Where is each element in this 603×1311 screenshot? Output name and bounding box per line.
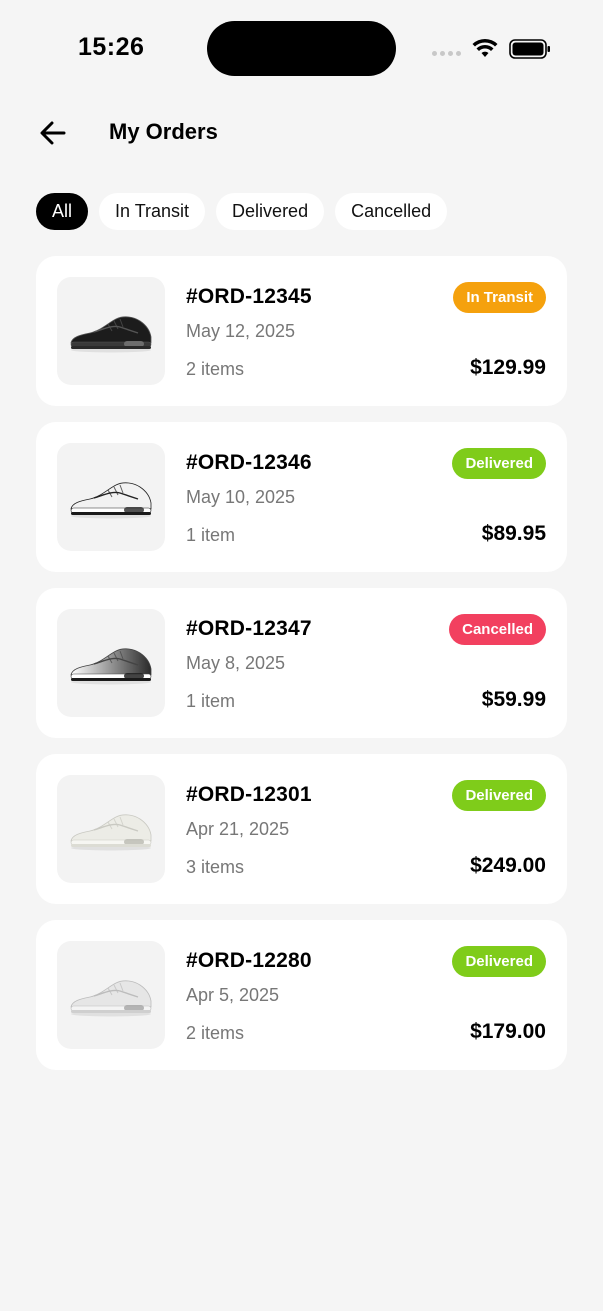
orders-screen: 15:26 My Orders All In Transit Delivered Ca… [0,0,603,1311]
product-thumbnail [57,443,165,551]
order-date: May 8, 2025 [186,653,286,673]
order-item-count: 3 items [186,857,245,877]
sneaker-image [70,316,152,353]
order-date: May 12, 2025 [186,321,296,341]
product-thumbnail [57,775,165,883]
page-title: My Orders [109,119,218,144]
filter-chips: All In Transit Delivered Cancelled [36,193,448,230]
status-badge: Delivered [452,946,546,977]
sneaker-image [70,482,152,519]
cellular-signal-icon [432,51,461,56]
product-thumbnail [57,277,165,385]
order-item-count: 2 items [186,1023,245,1043]
order-id: #ORD-12280 [186,949,312,972]
arrow-left-icon [40,121,66,145]
order-item-count: 2 items [186,359,245,379]
product-thumbnail [57,609,165,717]
order-card[interactable]: #ORD-12301 Apr 21, 2025 3 items $249.00 Deli… [36,754,567,904]
order-date: May 10, 2025 [186,487,296,507]
wifi-icon [472,38,498,57]
status-badge: Delivered [452,448,546,479]
order-card[interactable]: #ORD-12346 May 10, 2025 1 item $89.95 Delive… [36,422,567,572]
order-id: #ORD-12345 [186,285,312,308]
status-badge: Cancelled [449,614,546,645]
order-list: #ORD-12345 May 12, 2025 2 items $129.99 In T… [36,256,567,1086]
order-id: #ORD-12347 [186,617,312,640]
status-bar: 15:26 [0,0,603,96]
order-card[interactable]: #ORD-12347 May 8, 2025 1 item $59.99 Cancell… [36,588,567,738]
order-date: Apr 21, 2025 [186,819,290,839]
sneaker-image [70,648,152,685]
back-button[interactable] [36,116,72,150]
battery-icon [509,39,550,59]
status-badge: Delivered [452,780,546,811]
order-id: #ORD-12301 [186,783,312,806]
filter-chip-in-transit[interactable]: In Transit [99,193,206,230]
order-date: Apr 5, 2025 [186,985,280,1005]
product-thumbnail [57,941,165,1049]
order-total: $249.00 [470,854,546,877]
status-time: 15:26 [78,33,145,61]
order-total: $179.00 [470,1020,546,1043]
order-item-count: 1 item [186,525,236,545]
order-total: $89.95 [481,522,546,545]
filter-chip-all[interactable]: All [36,193,89,230]
order-card[interactable]: #ORD-12280 Apr 5, 2025 2 items $179.00 Deliv… [36,920,567,1070]
order-total: $129.99 [470,356,546,379]
sneaker-image [70,814,152,851]
filter-chip-cancelled[interactable]: Cancelled [335,193,448,230]
order-id: #ORD-12346 [186,451,312,474]
filter-chip-delivered[interactable]: Delivered [216,193,325,230]
dynamic-island [207,21,396,76]
status-badge: In Transit [453,282,546,313]
order-card[interactable]: #ORD-12345 May 12, 2025 2 items $129.99 In T… [36,256,567,406]
sneaker-image [70,980,152,1017]
order-total: $59.99 [481,688,546,711]
order-item-count: 1 item [186,691,236,711]
